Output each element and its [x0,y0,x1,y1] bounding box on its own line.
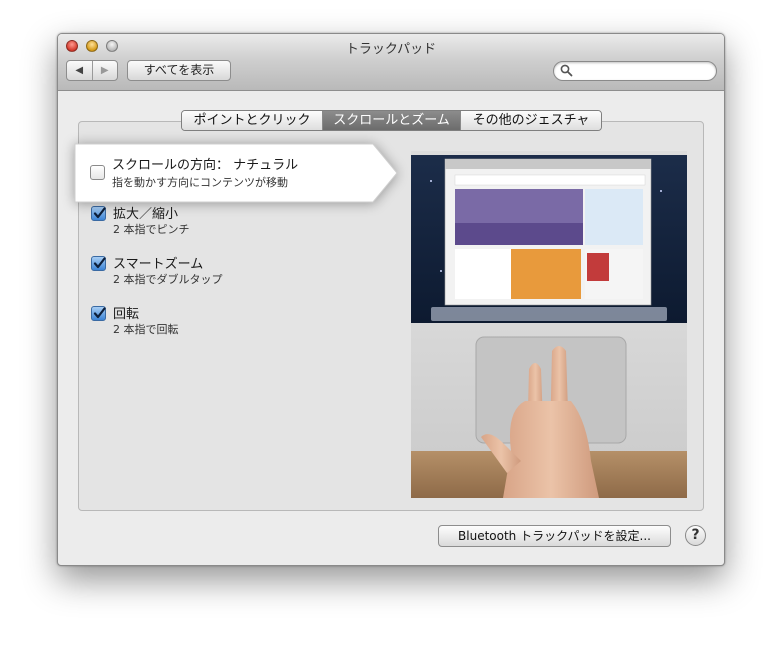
scroll-direction-label: スクロールの方向： ナチュラル [112,158,299,173]
smart-zoom-label: スマートズーム [113,257,204,272]
show-all-button[interactable]: すべてを表示 [127,60,231,81]
zoom-description: 2 本指でピンチ [113,223,190,236]
smart-zoom-description: 2 本指でダブルタップ [113,273,223,286]
help-button[interactable]: ? [685,525,706,546]
scroll-direction-checkbox[interactable] [90,165,105,180]
setup-bluetooth-trackpad-button[interactable]: Bluetooth トラックパッドを設定... [438,525,671,547]
trackpad-gesture-video-icon [411,151,687,498]
search-field[interactable] [553,61,717,81]
rotate-label: 回転 [113,307,140,322]
zoom-label: 拡大／縮小 [113,207,179,222]
callout-shape [74,143,398,203]
search-icon [560,64,573,77]
forward-button[interactable]: ▶ [91,61,118,80]
back-forward-control: ◀ ▶ [66,60,118,81]
window-title: トラックパッド [345,42,437,57]
title-bar: トラックパッド ◀ ▶ すべてを表示 [58,34,724,91]
scroll-direction-description: 指を動かす方向にコンテンツが移動 [112,176,288,189]
rotate-description: 2 本指で回転 [113,323,179,336]
checkmark-icon [93,307,106,319]
checkmark-icon [93,207,106,219]
checkmark-icon [93,257,106,269]
zoom-checkbox[interactable] [91,206,106,221]
gesture-preview [411,151,687,498]
tab-point-and-click[interactable]: ポイントとクリック [182,111,322,130]
back-button[interactable]: ◀ [67,61,92,80]
rotate-checkbox[interactable] [91,306,106,321]
tab-more-gestures[interactable]: その他のジェスチャ [460,111,601,130]
scroll-direction-callout: スクロールの方向： ナチュラル 指を動かす方向にコンテンツが移動 [73,142,410,204]
tab-scroll-and-zoom[interactable]: スクロールとズーム [322,111,460,130]
smart-zoom-checkbox[interactable] [91,256,106,271]
tab-bar: ポイントとクリック スクロールとズーム その他のジェスチャ [181,110,602,131]
